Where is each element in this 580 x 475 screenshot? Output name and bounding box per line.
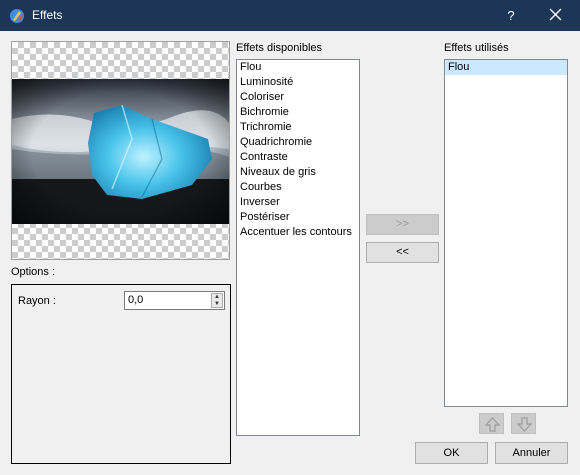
cancel-button[interactable]: Annuler (495, 442, 568, 464)
rayon-value: 0,0 (128, 294, 144, 306)
add-effect-button[interactable]: >> (366, 214, 439, 235)
stepper-up-icon[interactable]: ▲ (212, 294, 222, 301)
options-panel: Rayon : 0,0 ▲ ▼ (11, 284, 231, 464)
close-icon (549, 8, 562, 21)
help-button[interactable]: ? (495, 0, 527, 31)
effect-item-flou[interactable]: Flou (237, 60, 359, 75)
effect-item-courbes[interactable]: Courbes (237, 180, 359, 195)
move-up-button[interactable] (479, 413, 504, 434)
available-effects-list[interactable]: Flou Luminosité Coloriser Bichromie Tric… (236, 59, 360, 436)
preview-image (12, 79, 229, 224)
rayon-spinbox[interactable]: 0,0 ▲ ▼ (124, 291, 225, 310)
used-effects-list[interactable]: Flou (444, 59, 568, 407)
ok-button[interactable]: OK (415, 442, 488, 464)
effect-item-bichromie[interactable]: Bichromie (237, 105, 359, 120)
close-button[interactable] (540, 0, 572, 31)
effect-item-luminosite[interactable]: Luminosité (237, 75, 359, 90)
window-title: Effets (32, 8, 63, 22)
move-down-button[interactable] (511, 413, 536, 434)
title-bar: Effets ? (0, 0, 580, 31)
rayon-label: Rayon : (18, 295, 56, 307)
effect-item-posteriser[interactable]: Postériser (237, 210, 359, 225)
effect-preview (11, 41, 230, 260)
arrow-up-icon (485, 417, 500, 432)
remove-effect-button[interactable]: << (366, 242, 439, 263)
rayon-stepper[interactable]: ▲ ▼ (211, 293, 223, 308)
effect-item-contraste[interactable]: Contraste (237, 150, 359, 165)
used-effects-label: Effets utilisés (444, 42, 509, 54)
used-effect-item-flou[interactable]: Flou (445, 60, 567, 75)
available-effects-label: Effets disponibles (236, 42, 323, 54)
effect-item-accentuer-les-contours[interactable]: Accentuer les contours (237, 225, 359, 240)
effect-item-niveaux-de-gris[interactable]: Niveaux de gris (237, 165, 359, 180)
stepper-down-icon[interactable]: ▼ (212, 301, 222, 308)
effect-item-trichromie[interactable]: Trichromie (237, 120, 359, 135)
options-label: Options : (11, 266, 56, 278)
app-logo-icon (10, 9, 24, 23)
arrow-down-icon (517, 417, 532, 432)
effect-item-inverser[interactable]: Inverser (237, 195, 359, 210)
effect-item-coloriser[interactable]: Coloriser (237, 90, 359, 105)
effect-item-quadrichromie[interactable]: Quadrichromie (237, 135, 359, 150)
